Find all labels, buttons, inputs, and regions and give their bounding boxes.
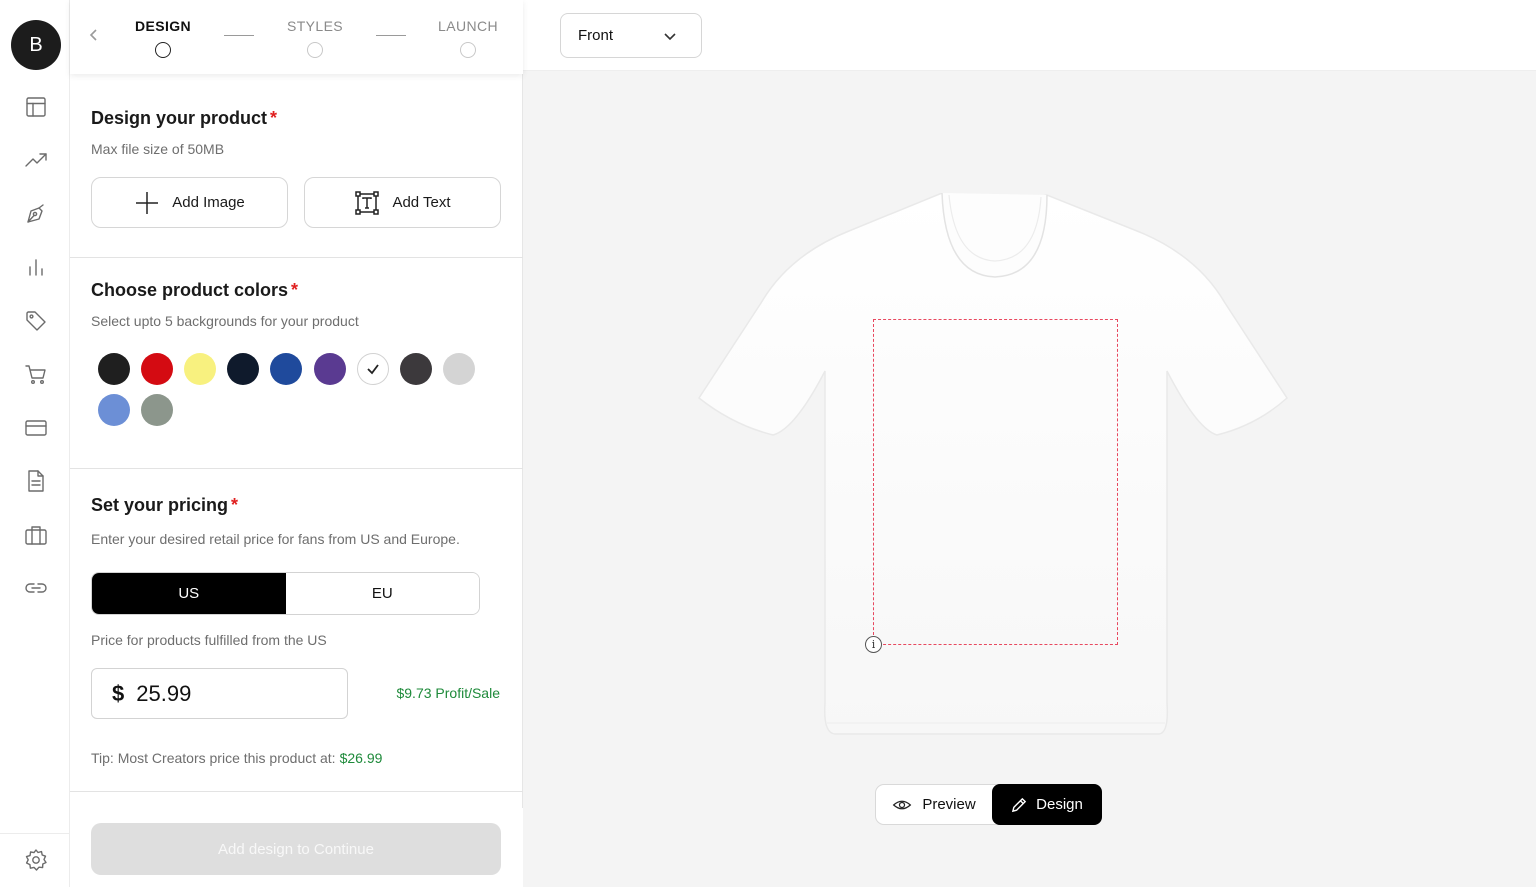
color-swatch-yellow[interactable]	[184, 353, 216, 385]
color-swatch-purple[interactable]	[314, 353, 346, 385]
info-icon[interactable]: i	[865, 636, 882, 653]
pricing-tip: Tip: Most Creators price this product at…	[91, 750, 382, 766]
step-label: DESIGN	[134, 18, 192, 34]
view-select[interactable]: Front	[560, 13, 702, 58]
mode-toggle: Preview Design	[875, 784, 1102, 825]
left-rail: B	[0, 0, 70, 887]
briefcase-icon[interactable]	[22, 521, 50, 549]
rail-divider	[0, 833, 70, 834]
add-image-label: Add Image	[172, 194, 245, 211]
design-canvas: i Preview Design	[523, 71, 1536, 887]
design-section-title: Design your product *	[91, 108, 277, 129]
pricing-section-title: Set your pricing *	[91, 495, 238, 516]
step-indicator	[155, 42, 171, 58]
add-image-button[interactable]: Add Image	[91, 177, 288, 228]
print-area[interactable]	[873, 319, 1118, 645]
step-launch[interactable]: LAUNCH	[436, 18, 500, 58]
canvas-toolbar: Front	[523, 0, 1536, 71]
avatar[interactable]: B	[11, 20, 61, 70]
region-us-button[interactable]: US	[92, 573, 286, 614]
tip-text: Tip: Most Creators price this product at…	[91, 750, 336, 766]
document-icon[interactable]	[22, 467, 50, 495]
continue-button[interactable]: Add design to Continue	[91, 823, 501, 875]
design-section-subtitle: Max file size of 50MB	[91, 141, 225, 157]
section-divider	[70, 468, 523, 469]
color-swatch-black[interactable]	[98, 353, 130, 385]
step-connector	[224, 35, 254, 36]
color-swatch-royal-blue[interactable]	[270, 353, 302, 385]
tag-icon[interactable]	[22, 307, 50, 335]
checkmark-icon	[367, 364, 379, 375]
link-icon[interactable]	[22, 574, 50, 602]
color-swatch-charcoal[interactable]	[400, 353, 432, 385]
back-button[interactable]	[86, 26, 104, 46]
step-indicator	[460, 42, 476, 58]
step-connector	[376, 35, 406, 36]
step-indicator	[307, 42, 323, 58]
color-swatch-sage[interactable]	[141, 394, 173, 426]
region-eu-button[interactable]: EU	[285, 573, 479, 614]
plus-icon	[136, 191, 159, 214]
profit-per-sale: $9.73 Profit/Sale	[396, 685, 500, 701]
color-swatch-white[interactable]	[357, 353, 389, 385]
colors-section-title: Choose product colors *	[91, 280, 298, 301]
stepper: DESIGN STYLES LAUNCH	[70, 0, 523, 74]
pencil-icon	[1012, 797, 1027, 813]
step-label: STYLES	[286, 18, 344, 34]
text-box-icon	[355, 190, 380, 215]
step-design[interactable]: DESIGN	[134, 18, 192, 58]
avatar-initial: B	[29, 33, 43, 56]
colors-section-subtitle: Select upto 5 backgrounds for your produ…	[91, 313, 359, 329]
design-mode-button[interactable]: Design	[992, 784, 1102, 825]
required-mark: *	[270, 108, 278, 128]
step-styles[interactable]: STYLES	[284, 18, 346, 58]
bar-chart-icon[interactable]	[22, 253, 50, 281]
color-swatch-light-gray[interactable]	[443, 353, 475, 385]
add-text-label: Add Text	[392, 194, 451, 211]
pen-tool-icon[interactable]	[22, 200, 50, 228]
pricing-section-subtitle: Enter your desired retail price for fans…	[91, 531, 460, 547]
cart-icon[interactable]	[22, 360, 50, 388]
design-panel: DESIGN STYLES LAUNCH Design your product…	[70, 0, 523, 887]
fulfilled-note: Price for products fulfilled from the US	[91, 632, 327, 648]
color-swatch-navy[interactable]	[227, 353, 259, 385]
eye-icon	[893, 800, 912, 809]
design-label: Design	[1036, 796, 1083, 813]
credit-card-icon[interactable]	[22, 414, 50, 442]
chevron-left-icon	[89, 29, 97, 41]
required-mark: *	[231, 495, 239, 515]
color-swatch-red[interactable]	[141, 353, 173, 385]
region-toggle: US EU	[91, 572, 480, 615]
preview-label: Preview	[922, 796, 976, 813]
color-swatch-light-blue[interactable]	[98, 394, 130, 426]
add-text-button[interactable]: Add Text	[304, 177, 501, 228]
layout-icon[interactable]	[22, 93, 50, 121]
currency-symbol: $	[112, 680, 125, 706]
gear-icon[interactable]	[22, 846, 50, 874]
pricing-title-text: Set your pricing	[91, 495, 229, 515]
step-label: LAUNCH	[438, 18, 498, 34]
tip-price: $26.99	[339, 750, 383, 766]
required-mark: *	[291, 280, 299, 300]
chevron-down-icon	[664, 33, 676, 41]
preview-button[interactable]: Preview	[876, 785, 992, 824]
price-value: 25.99	[136, 680, 192, 706]
colors-title-text: Choose product colors	[91, 280, 289, 300]
trending-up-icon[interactable]	[22, 146, 50, 174]
price-input[interactable]: $ 25.99	[91, 668, 348, 719]
section-divider	[70, 257, 523, 258]
design-title-text: Design your product	[91, 108, 268, 128]
view-select-value: Front	[578, 27, 614, 44]
section-divider	[70, 791, 523, 792]
